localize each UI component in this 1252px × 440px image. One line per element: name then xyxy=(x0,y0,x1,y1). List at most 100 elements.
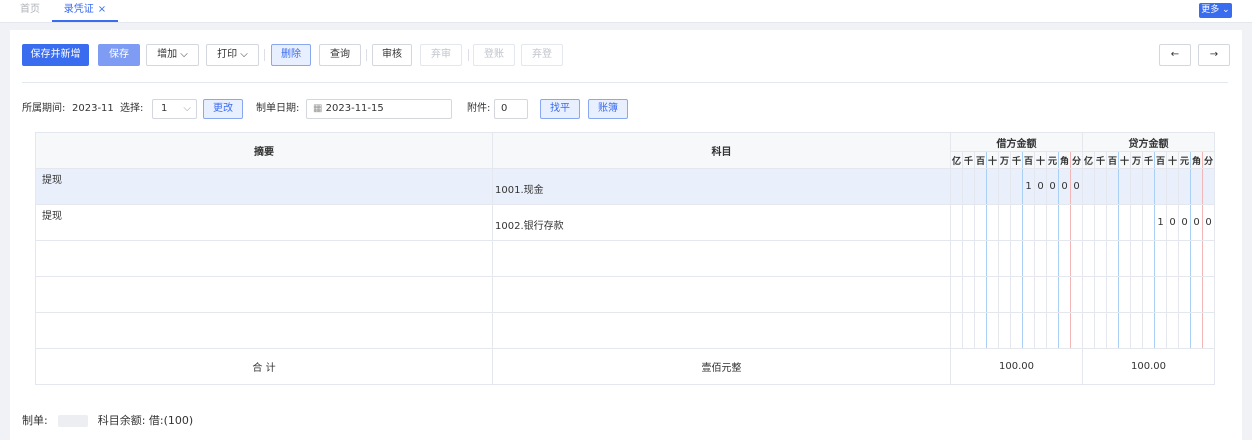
credit-digit-cell[interactable] xyxy=(1202,168,1215,205)
subject-cell[interactable]: 1002.银行存款 xyxy=(492,204,951,241)
table-row[interactable]: 提现 1001.现金 1 0 0 0 0 xyxy=(35,168,1215,205)
debit-digit-cell[interactable]: 0 xyxy=(1034,168,1047,205)
debit-digit-cell[interactable] xyxy=(1070,312,1083,349)
debit-digit-cell[interactable] xyxy=(1022,312,1035,349)
debit-digit-cell[interactable] xyxy=(986,204,999,241)
debit-digit-cell[interactable] xyxy=(1022,276,1035,313)
credit-digit-cell[interactable] xyxy=(1154,240,1167,277)
credit-digit-cell[interactable] xyxy=(1178,240,1191,277)
unaudit-button[interactable]: 弃审 xyxy=(420,44,462,66)
unpost-button[interactable]: 弃登 xyxy=(521,44,563,66)
close-icon[interactable]: × xyxy=(98,4,106,15)
credit-digit-cell[interactable] xyxy=(1142,276,1155,313)
credit-digit-cell[interactable] xyxy=(1106,204,1119,241)
credit-digit-cell[interactable] xyxy=(1154,276,1167,313)
debit-digit-cell[interactable] xyxy=(998,276,1011,313)
debit-digit-cell[interactable] xyxy=(998,168,1011,205)
debit-digit-cell[interactable] xyxy=(962,240,975,277)
credit-digit-cell[interactable] xyxy=(1190,168,1203,205)
debit-digit-cell[interactable] xyxy=(950,276,963,313)
summary-cell[interactable]: 提现 xyxy=(35,168,493,205)
credit-digit-cell[interactable] xyxy=(1202,240,1215,277)
debit-digit-cell[interactable] xyxy=(974,204,987,241)
debit-digit-cell[interactable] xyxy=(962,204,975,241)
credit-digit-cell[interactable] xyxy=(1106,168,1119,205)
debit-digit-cell[interactable] xyxy=(986,312,999,349)
prev-voucher-button[interactable]: ← xyxy=(1159,44,1191,66)
subject-cell[interactable] xyxy=(492,240,951,277)
change-button[interactable]: 更改 xyxy=(203,99,243,119)
debit-digit-cell[interactable] xyxy=(974,312,987,349)
debit-digit-cell[interactable] xyxy=(1010,312,1023,349)
credit-digit-cell[interactable] xyxy=(1154,312,1167,349)
debit-digit-cell[interactable] xyxy=(950,204,963,241)
debit-digit-cell[interactable] xyxy=(1070,240,1083,277)
credit-digit-cell[interactable] xyxy=(1118,168,1131,205)
debit-digit-cell[interactable] xyxy=(1058,312,1071,349)
credit-digit-cell[interactable] xyxy=(1190,312,1203,349)
debit-digit-cell[interactable] xyxy=(1070,204,1083,241)
summary-cell[interactable] xyxy=(35,276,493,313)
credit-digit-cell[interactable] xyxy=(1094,276,1107,313)
more-button[interactable]: 更多 ⌄ xyxy=(1199,3,1232,18)
credit-digit-cell[interactable] xyxy=(1190,240,1203,277)
summary-cell[interactable] xyxy=(35,312,493,349)
debit-digit-cell[interactable] xyxy=(1058,276,1071,313)
ledger-button[interactable]: 账簿 xyxy=(588,99,628,119)
debit-digit-cell[interactable] xyxy=(1022,204,1035,241)
credit-digit-cell[interactable] xyxy=(1202,276,1215,313)
debit-digit-cell[interactable] xyxy=(1046,276,1059,313)
table-row[interactable] xyxy=(35,312,1215,349)
debit-digit-cell[interactable] xyxy=(1034,312,1047,349)
debit-digit-cell[interactable] xyxy=(950,240,963,277)
debit-digit-cell[interactable] xyxy=(1058,204,1071,241)
debit-digit-cell[interactable] xyxy=(1034,204,1047,241)
credit-digit-cell[interactable]: 0 xyxy=(1190,204,1203,241)
credit-digit-cell[interactable] xyxy=(1082,312,1095,349)
debit-digit-cell[interactable] xyxy=(986,276,999,313)
credit-digit-cell[interactable] xyxy=(1130,240,1143,277)
credit-digit-cell[interactable] xyxy=(1082,240,1095,277)
debit-digit-cell[interactable] xyxy=(998,240,1011,277)
credit-digit-cell[interactable] xyxy=(1082,276,1095,313)
debit-digit-cell[interactable]: 0 xyxy=(1070,168,1083,205)
credit-digit-cell[interactable] xyxy=(1202,312,1215,349)
voucher-number-select[interactable]: 1 ⌵ xyxy=(152,99,197,119)
date-picker-input[interactable]: ▦ 2023-11-15 xyxy=(306,99,452,119)
debit-digit-cell[interactable] xyxy=(950,312,963,349)
balance-button[interactable]: 找平 xyxy=(540,99,580,119)
credit-digit-cell[interactable] xyxy=(1142,312,1155,349)
credit-digit-cell[interactable] xyxy=(1118,204,1131,241)
credit-digit-cell[interactable] xyxy=(1130,312,1143,349)
debit-digit-cell[interactable]: 0 xyxy=(1058,168,1071,205)
debit-digit-cell[interactable] xyxy=(1046,312,1059,349)
credit-digit-cell[interactable] xyxy=(1130,204,1143,241)
debit-digit-cell[interactable] xyxy=(1010,168,1023,205)
credit-digit-cell[interactable] xyxy=(1142,204,1155,241)
credit-digit-cell[interactable] xyxy=(1106,240,1119,277)
credit-digit-cell[interactable] xyxy=(1142,240,1155,277)
debit-digit-cell[interactable] xyxy=(998,204,1011,241)
query-button[interactable]: 查询 xyxy=(319,44,361,66)
save-and-new-button[interactable]: 保存并新增 xyxy=(22,44,89,66)
attachment-count-input[interactable]: 0 xyxy=(494,99,528,119)
credit-digit-cell[interactable]: 0 xyxy=(1202,204,1215,241)
credit-digit-cell[interactable]: 0 xyxy=(1178,204,1191,241)
debit-digit-cell[interactable] xyxy=(962,312,975,349)
subject-cell[interactable] xyxy=(492,276,951,313)
debit-digit-cell[interactable] xyxy=(1058,240,1071,277)
debit-digit-cell[interactable] xyxy=(1010,276,1023,313)
table-row[interactable] xyxy=(35,240,1215,277)
debit-digit-cell[interactable] xyxy=(1022,240,1035,277)
subject-cell[interactable] xyxy=(492,312,951,349)
credit-digit-cell[interactable] xyxy=(1094,168,1107,205)
table-row[interactable] xyxy=(35,276,1215,313)
audit-button[interactable]: 审核 xyxy=(372,44,412,66)
credit-digit-cell[interactable] xyxy=(1094,240,1107,277)
credit-digit-cell[interactable] xyxy=(1178,276,1191,313)
credit-digit-cell[interactable] xyxy=(1130,276,1143,313)
credit-digit-cell[interactable] xyxy=(1190,276,1203,313)
credit-digit-cell[interactable] xyxy=(1094,204,1107,241)
credit-digit-cell[interactable] xyxy=(1082,204,1095,241)
credit-digit-cell[interactable] xyxy=(1082,168,1095,205)
